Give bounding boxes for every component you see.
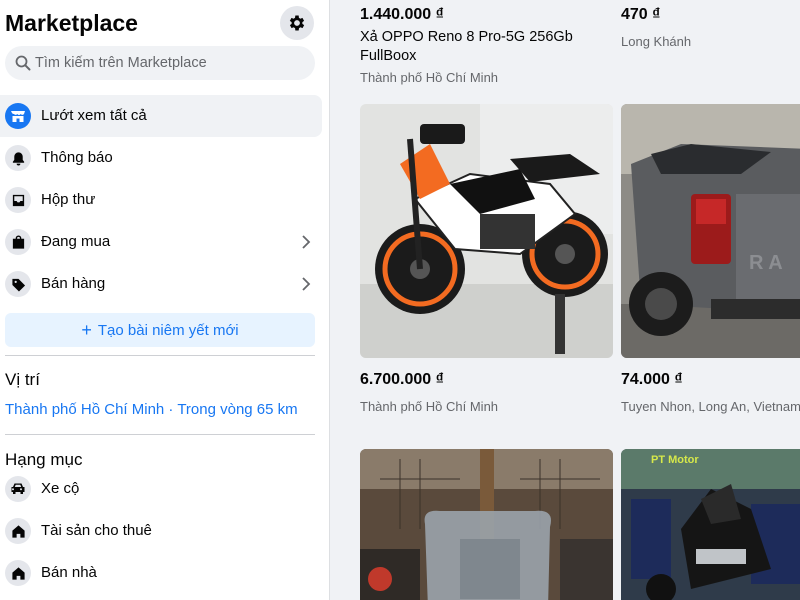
showroom-sign-text: PT Motor [651, 454, 699, 466]
location-filter-link[interactable]: Thành phố Hồ Chí Minh · Trong vòng 65 km [5, 401, 298, 418]
listing-photo-guitar-shop[interactable] [360, 449, 613, 600]
house-key-icon [5, 518, 31, 544]
listing-card[interactable]: 1.440.000 ₫ Xả OPPO Reno 8 Pro-5G 256Gb … [331, 0, 591, 95]
listing-card[interactable]: 470 ₫ Long Khánh [601, 0, 800, 95]
search-bar[interactable] [5, 46, 315, 80]
location-heading: Vị trí [5, 370, 40, 389]
car-icon [5, 476, 31, 502]
nav-label: Thông báo [41, 149, 113, 166]
storefront-icon [5, 103, 31, 129]
chevron-right-icon [302, 277, 311, 291]
listing-card[interactable]: 6.700.000 ₫ Thành phố Hồ Chí Minh [331, 100, 621, 420]
shopping-bag-icon [5, 229, 31, 255]
sidebar-header: Marketplace [5, 6, 317, 40]
page-title: Marketplace [5, 10, 138, 36]
nav-label: Hộp thư [41, 191, 96, 208]
nav-label: Bán hàng [41, 275, 106, 292]
listing-price: 6.700.000 ₫ [360, 371, 444, 388]
nav-label: Xe cộ [41, 480, 80, 497]
nav-inbox[interactable]: Hộp thư [0, 179, 322, 221]
category-rentals[interactable]: Tài sản cho thuê [0, 510, 322, 552]
categories-heading: Hạng mục [5, 450, 83, 469]
category-vehicles[interactable]: Xe cộ [0, 468, 322, 510]
divider [5, 355, 315, 356]
search-input[interactable] [35, 46, 305, 80]
listing-title: Xả OPPO Reno 8 Pro-5G 256Gb FullBoox [360, 29, 573, 64]
nav-selling[interactable]: Bán hàng [0, 263, 322, 305]
listing-photo-motorcycle-showroom[interactable]: PT Motor [621, 449, 800, 600]
settings-button[interactable] [280, 6, 314, 40]
listing-card[interactable]: R A 74.000 ₫ Tuyen Nhon, Long An, Vietna… [611, 100, 800, 420]
price-tag-icon [5, 271, 31, 297]
nav-label: Đang mua [41, 233, 111, 250]
listing-price: 470 ₫ [621, 6, 661, 23]
listing-photo-motorcycle[interactable] [360, 104, 613, 358]
listing-card[interactable] [360, 449, 613, 600]
listing-location: Tuyen Nhon, Long An, Vietnam [621, 399, 800, 414]
bell-icon [5, 145, 31, 171]
listing-location: Thành phố Hồ Chí Minh [360, 399, 499, 414]
sidebar: Marketplace Lướt xem tất cả Thông báo Hộ… [0, 0, 330, 600]
category-homes-for-sale[interactable]: Bán nhà [0, 552, 322, 594]
listing-price: 1.440.000 ₫ [360, 6, 444, 23]
listing-location: Long Khánh [621, 34, 692, 49]
nav-label: Bán nhà [41, 564, 97, 581]
create-listing-label: Tạo bài niêm yết mới [97, 321, 239, 339]
listing-location: Thành phố Hồ Chí Minh [360, 70, 499, 85]
inbox-icon [5, 187, 31, 213]
house-icon [5, 560, 31, 586]
nav-buying[interactable]: Đang mua [0, 221, 322, 263]
create-listing-button[interactable]: + Tạo bài niêm yết mới [5, 313, 315, 347]
listings-feed: 1.440.000 ₫ Xả OPPO Reno 8 Pro-5G 256Gb … [331, 0, 800, 600]
listing-price: 74.000 ₫ [621, 371, 683, 388]
listing-photo-pickup-truck[interactable]: R A [621, 104, 800, 358]
chevron-right-icon [302, 235, 311, 249]
search-icon [15, 55, 31, 71]
gear-icon [289, 15, 305, 31]
nav-browse-all[interactable]: Lướt xem tất cả [0, 95, 322, 137]
divider [5, 434, 315, 435]
nav-label: Lướt xem tất cả [41, 107, 147, 124]
plus-icon: + [81, 320, 92, 340]
svg-text:R A: R A [749, 252, 783, 274]
listing-card[interactable]: PT Motor [621, 449, 800, 600]
nav-notifications[interactable]: Thông báo [0, 137, 322, 179]
nav-label: Tài sản cho thuê [41, 522, 152, 539]
